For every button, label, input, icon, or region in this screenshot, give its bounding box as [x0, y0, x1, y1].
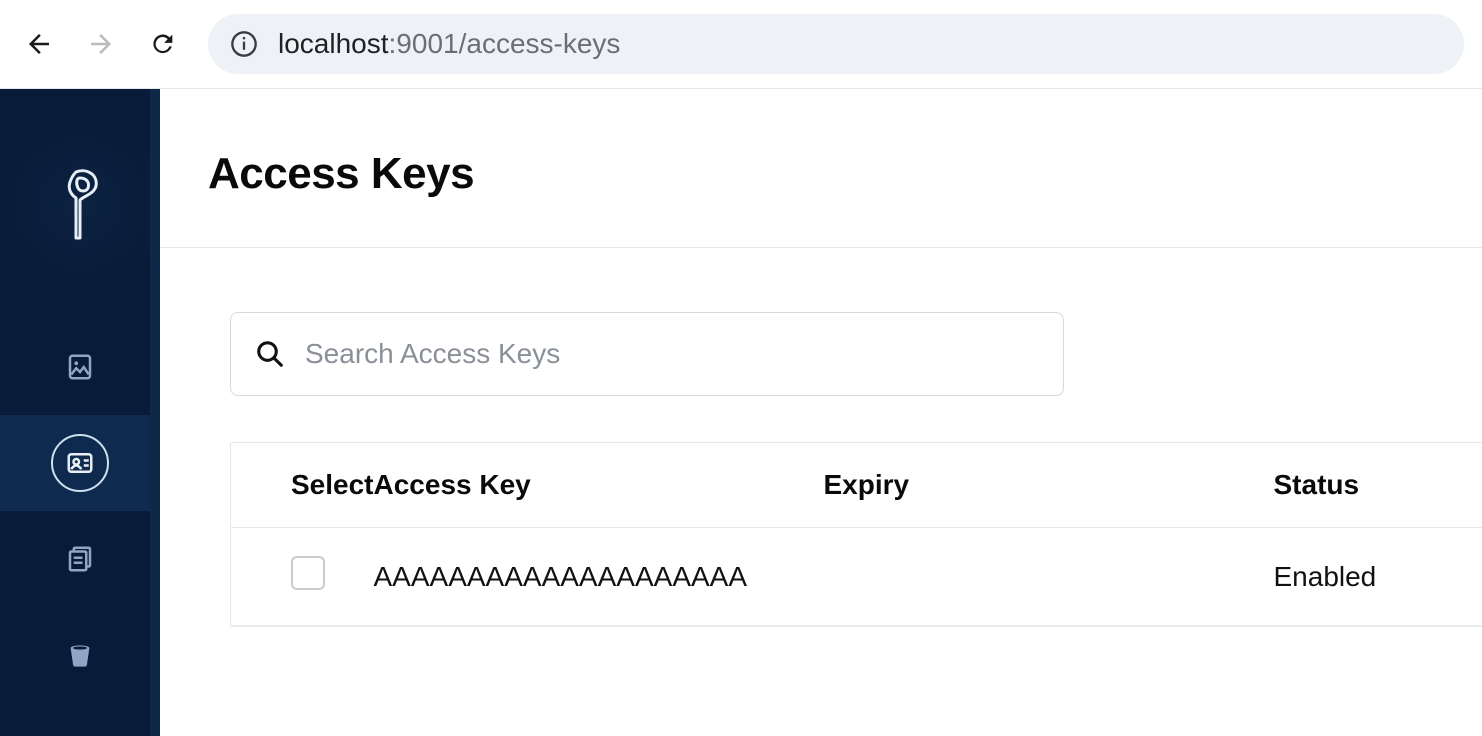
col-header-access-key: Access Key — [374, 443, 824, 528]
sidebar-item-documentation[interactable] — [0, 511, 160, 607]
reload-button[interactable] — [146, 27, 180, 61]
address-bar[interactable]: localhost:9001/access-keys — [208, 14, 1464, 74]
sidebar-item-object-browser[interactable] — [0, 319, 160, 415]
page-title: Access Keys — [208, 149, 1482, 199]
bucket-icon — [66, 641, 94, 669]
logo[interactable] — [0, 89, 160, 319]
arrow-left-icon — [24, 29, 54, 59]
cell-access-key: AAAAAAAAAAAAAAAAAAAA — [374, 528, 824, 626]
sidebar-accent-strip — [150, 89, 160, 736]
col-header-select: Select — [231, 443, 374, 528]
app-shell: Access Keys Select Access Key Expiry — [0, 88, 1482, 736]
identity-card-icon — [65, 448, 95, 478]
access-keys-table: Select Access Key Expiry Status AAAAAAAA… — [230, 442, 1482, 627]
row-checkbox[interactable] — [291, 556, 325, 590]
forward-button[interactable] — [84, 27, 118, 61]
sidebar-item-buckets[interactable] — [0, 607, 160, 703]
info-icon — [230, 30, 258, 58]
col-header-status: Status — [1274, 443, 1482, 528]
search-icon — [255, 339, 285, 369]
reload-icon — [149, 30, 177, 58]
col-header-expiry: Expiry — [824, 443, 1274, 528]
sidebar-item-access-keys[interactable] — [0, 415, 160, 511]
sidebar — [0, 89, 160, 736]
cell-status: Enabled — [1274, 528, 1482, 626]
documents-icon — [65, 544, 95, 574]
browser-bar: localhost:9001/access-keys — [0, 0, 1482, 88]
arrow-right-icon — [86, 29, 116, 59]
search-input[interactable] — [305, 338, 1039, 370]
cell-expiry — [824, 528, 1274, 626]
search-box[interactable] — [230, 312, 1064, 396]
table-row[interactable]: AAAAAAAAAAAAAAAAAAAA Enabled — [231, 528, 1482, 626]
back-button[interactable] — [22, 27, 56, 61]
image-file-icon — [65, 352, 95, 382]
stork-logo-icon — [56, 168, 104, 240]
main-content: Access Keys Select Access Key Expiry — [160, 89, 1482, 736]
url-text: localhost:9001/access-keys — [278, 28, 620, 60]
table-header-row: Select Access Key Expiry Status — [231, 443, 1482, 528]
